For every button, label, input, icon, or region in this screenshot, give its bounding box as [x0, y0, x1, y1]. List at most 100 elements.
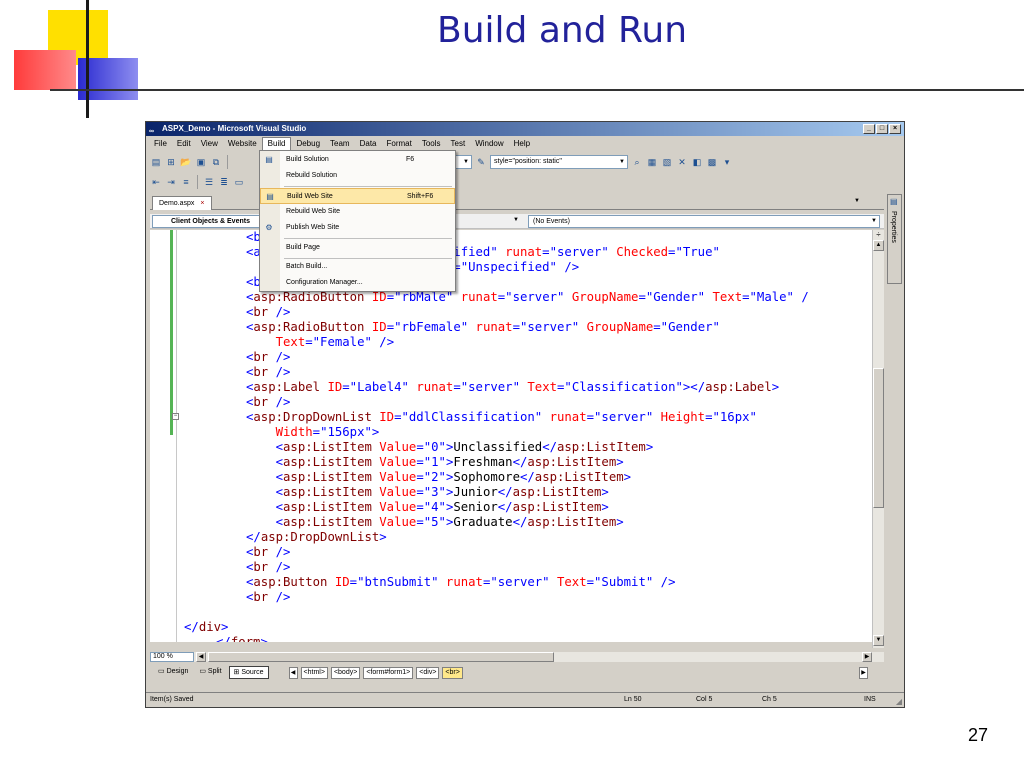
comment-icon[interactable]: ≡	[180, 176, 192, 188]
new-project-icon[interactable]: ▤	[150, 156, 162, 168]
code-token: />	[379, 335, 395, 349]
code-token: Value	[379, 500, 417, 514]
code-token: "1"	[423, 455, 446, 469]
menu-file[interactable]: File	[149, 137, 172, 151]
breadcrumb-div[interactable]: <div>	[416, 666, 440, 679]
scroll-left-button[interactable]: ◀	[196, 652, 206, 662]
code-token: >	[379, 530, 387, 544]
chevron-down-icon[interactable]: ▼	[513, 217, 519, 223]
scroll-down-button[interactable]: ▼	[873, 635, 884, 646]
menu-item-build-web-site[interactable]: ▤ Build Web Site Shift+F6	[260, 188, 455, 204]
tab-close-icon[interactable]: ×	[200, 200, 204, 207]
code-token: ID	[371, 290, 387, 304]
menu-team[interactable]: Team	[325, 137, 355, 151]
tab-demo-aspx[interactable]: Demo.aspx ×	[152, 196, 212, 210]
style-builder-icon[interactable]: ✎	[475, 156, 487, 168]
menu-data[interactable]: Data	[355, 137, 382, 151]
solution-explorer-icon[interactable]: ▦	[646, 156, 658, 168]
code-token: <	[275, 440, 284, 454]
maximize-button[interactable]: □	[876, 124, 888, 134]
code-token: br	[253, 395, 269, 409]
open-file-icon[interactable]: 📂	[180, 156, 192, 168]
breadcrumb-form[interactable]: <form#form1>	[363, 666, 414, 679]
code-token: div	[198, 620, 222, 634]
tab-list-chevron-icon[interactable]: ▼	[854, 198, 860, 204]
menu-edit[interactable]: Edit	[172, 137, 196, 151]
window-titlebar: ∞ ASPX_Demo - Microsoft Visual Studio _ …	[146, 122, 904, 136]
menu-view[interactable]: View	[196, 137, 223, 151]
client-objects-dropdown[interactable]: Client Objects & Events	[152, 215, 268, 228]
menu-debug[interactable]: Debug	[291, 137, 325, 151]
menu-item-batch-build[interactable]: Batch Build...	[260, 259, 455, 275]
code-line: <asp:ListItem Value="5">Graduate</asp:Li…	[150, 515, 809, 530]
format-icon[interactable]: ≣	[218, 176, 230, 188]
close-button[interactable]: ×	[889, 124, 901, 134]
breadcrumb-html[interactable]: <html>	[300, 666, 328, 679]
code-token: =	[349, 575, 358, 589]
code-token: runat	[475, 320, 513, 334]
menu-item-rebuild-web-site[interactable]: Rebuild Web Site	[260, 204, 455, 220]
menu-item-build-solution[interactable]: ▤ Build Solution F6	[260, 152, 455, 168]
menu-window[interactable]: Window	[470, 137, 508, 151]
zoom-combo[interactable]: 100 %	[150, 652, 194, 662]
style-combo[interactable]: style="position: static" ▼	[490, 155, 628, 169]
code-token: Height	[660, 410, 706, 424]
code-token: Value	[379, 485, 417, 499]
breadcrumb-body[interactable]: <body>	[330, 666, 361, 679]
code-line: <asp:RadioButton ID="rbMale" runat="serv…	[150, 290, 809, 305]
resize-grip-icon[interactable]: ◢	[896, 695, 902, 707]
scroll-thumb[interactable]	[873, 368, 884, 508]
add-item-icon[interactable]: ⊞	[165, 156, 177, 168]
split-handle-icon[interactable]: ÷	[873, 230, 884, 240]
breadcrumb-right-arrow[interactable]: ▶	[859, 666, 868, 679]
toolbox-icon[interactable]: ✕	[676, 156, 688, 168]
save-all-icon[interactable]: ⧉	[210, 156, 222, 168]
menu-item-rebuild-solution[interactable]: Rebuild Solution	[260, 168, 455, 184]
object-browser-icon[interactable]: ◧	[691, 156, 703, 168]
code-token: asp:DropDownList	[260, 530, 380, 544]
align-icon[interactable]: ☰	[203, 176, 215, 188]
breadcrumb-br[interactable]: <br>	[442, 666, 463, 679]
slide-title: Build and Run	[437, 10, 688, 51]
code-token: >	[260, 635, 268, 642]
code-token: "Gender"	[660, 320, 720, 334]
code-line: <br />	[150, 350, 809, 365]
menu-build[interactable]: Build	[261, 137, 292, 151]
split-view-button[interactable]: ▭ Split	[195, 666, 225, 679]
scroll-right-button[interactable]: ▶	[862, 652, 872, 662]
save-icon[interactable]: ▣	[195, 156, 207, 168]
code-line: </asp:DropDownList>	[150, 530, 809, 545]
events-dropdown[interactable]: (No Events) ▼	[528, 215, 880, 228]
code-token: =	[638, 290, 646, 304]
scroll-up-button[interactable]: ▲	[873, 240, 884, 251]
outdent-icon[interactable]: ⇤	[150, 176, 162, 188]
toolbar-options-icon[interactable]: ▾	[721, 156, 733, 168]
properties-panel-strip[interactable]: ▤ Properties	[887, 194, 902, 284]
properties-icon[interactable]: ▧	[661, 156, 673, 168]
breadcrumb-left-arrow[interactable]: ◀	[288, 666, 298, 679]
menu-tools[interactable]: Tools	[417, 137, 446, 151]
menu-test[interactable]: Test	[446, 137, 471, 151]
vertical-scrollbar[interactable]: ÷ ▲ ▼	[872, 230, 884, 648]
design-view-button[interactable]: ▭ Design	[154, 666, 192, 679]
menu-item-configuration-manager[interactable]: Configuration Manager...	[260, 275, 455, 291]
code-token: "3"	[423, 485, 446, 499]
menu-format[interactable]: Format	[382, 137, 417, 151]
menu-item-build-page[interactable]: Build Page	[260, 240, 455, 256]
source-view-button[interactable]: ⊞ Source	[228, 666, 269, 679]
minimize-button[interactable]: _	[863, 124, 875, 134]
menu-website[interactable]: Website	[223, 137, 262, 151]
menu-help[interactable]: Help	[509, 137, 535, 151]
start-page-icon[interactable]: ▩	[706, 156, 718, 168]
xhtml-validation-icon[interactable]: ▭	[233, 176, 245, 188]
menu-item-publish-web-site[interactable]: ⚙ Publish Web Site	[260, 220, 455, 236]
horizontal-scroll-thumb[interactable]	[208, 652, 554, 662]
code-token: <	[275, 515, 284, 529]
indent-icon[interactable]: ⇥	[165, 176, 177, 188]
find-icon[interactable]: ⌕	[631, 156, 643, 168]
